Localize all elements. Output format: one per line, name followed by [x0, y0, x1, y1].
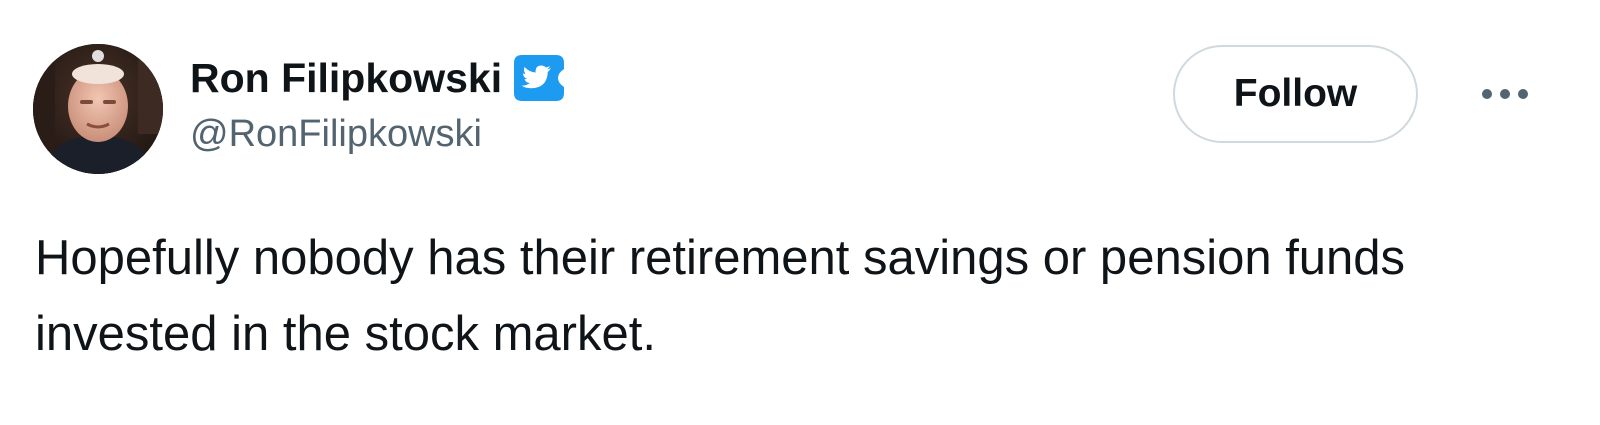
author-display-name[interactable]: Ron Filipkowski: [190, 55, 502, 102]
author-avatar[interactable]: [33, 44, 163, 174]
more-options-button[interactable]: [1470, 72, 1540, 116]
author-name-row: Ron Filipkowski: [190, 50, 566, 106]
tweet-card: Ron Filipkowski @RonFilipkowski Follow H…: [0, 0, 1600, 425]
twitter-bird-verified-icon[interactable]: [512, 53, 566, 103]
avatar-photo-icon: [33, 44, 163, 174]
more-dots-icon: [1482, 89, 1528, 99]
follow-button[interactable]: Follow: [1173, 45, 1418, 143]
author-handle[interactable]: @RonFilipkowski: [190, 113, 482, 156]
tweet-text: Hopefully nobody has their retirement sa…: [35, 231, 1406, 361]
